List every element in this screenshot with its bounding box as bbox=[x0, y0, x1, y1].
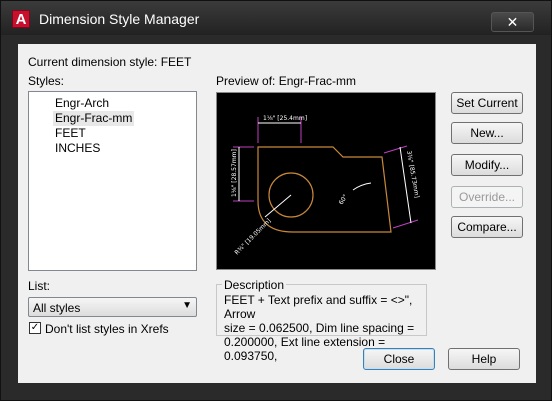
dim-text-angle: 60° bbox=[338, 193, 350, 206]
preview-label: Preview of: Engr-Frac-mm bbox=[216, 74, 357, 88]
description-group: Description FEET + Text prefix and suffi… bbox=[216, 278, 427, 363]
override-button[interactable]: Override... bbox=[451, 186, 523, 208]
styles-listbox[interactable]: Engr-Arch Engr-Frac-mm FEET INCHES bbox=[28, 91, 197, 271]
description-line: size = 0.062500, Dim line spacing = bbox=[224, 321, 415, 335]
dimension-preview: 1⅛" [25.4mm] 1⅛" [28.57mm] 3⅜" [85.73mm]… bbox=[216, 92, 436, 270]
xref-checkbox-label[interactable]: Don't list styles in Xrefs bbox=[45, 322, 169, 336]
list-filter-value: All styles bbox=[33, 301, 81, 315]
set-current-button[interactable]: Set Current bbox=[451, 92, 523, 114]
dialog-window: A Dimension Style Manager ✕ Current dime… bbox=[0, 0, 552, 401]
style-item-inches[interactable]: INCHES bbox=[53, 141, 102, 156]
help-button[interactable]: Help bbox=[448, 348, 520, 370]
preview-drawing: 1⅛" [25.4mm] 1⅛" [28.57mm] 3⅜" [85.73mm]… bbox=[231, 115, 420, 256]
close-icon: ✕ bbox=[506, 14, 519, 30]
dimension-lines bbox=[238, 122, 412, 224]
style-item-engr-arch[interactable]: Engr-Arch bbox=[53, 96, 111, 111]
styles-label: Styles: bbox=[28, 74, 65, 88]
current-style-label: Current dimension style: FEET bbox=[28, 55, 192, 69]
list-label: List: bbox=[28, 279, 51, 293]
title-bar[interactable]: A Dimension Style Manager ✕ bbox=[1, 1, 551, 35]
description-line: FEET + Text prefix and suffix = <>", Arr… bbox=[224, 293, 413, 321]
list-filter-dropdown[interactable]: All styles ▼ bbox=[28, 297, 197, 317]
description-title: Description bbox=[222, 278, 287, 292]
close-button[interactable]: Close bbox=[363, 348, 435, 370]
close-window-button[interactable]: ✕ bbox=[491, 12, 534, 32]
style-item-engr-frac-mm[interactable]: Engr-Frac-mm bbox=[53, 111, 135, 126]
chevron-down-icon: ▼ bbox=[182, 300, 192, 311]
checkmark-icon: ✓ bbox=[30, 322, 40, 333]
autocad-logo-icon: A bbox=[12, 10, 30, 28]
dim-text-right: 3⅜" [85.73mm] bbox=[405, 150, 420, 198]
dim-text-radius: R¾" [19.05mm] bbox=[233, 217, 272, 256]
window-title: Dimension Style Manager bbox=[39, 11, 200, 27]
xref-checkbox[interactable]: ✓ bbox=[29, 322, 41, 334]
extension-lines bbox=[233, 117, 419, 229]
new-button[interactable]: New... bbox=[451, 122, 523, 144]
style-item-feet[interactable]: FEET bbox=[53, 126, 88, 141]
dim-text-left: 1⅛" [28.57mm] bbox=[231, 149, 238, 197]
part-outline bbox=[257, 146, 392, 233]
compare-button[interactable]: Compare... bbox=[451, 216, 523, 238]
dim-text-top: 1⅛" [25.4mm] bbox=[263, 115, 307, 122]
dialog-client-area: Current dimension style: FEET Styles: Pr… bbox=[18, 44, 536, 383]
modify-button[interactable]: Modify... bbox=[451, 154, 523, 176]
part-outline-path bbox=[257, 146, 392, 233]
